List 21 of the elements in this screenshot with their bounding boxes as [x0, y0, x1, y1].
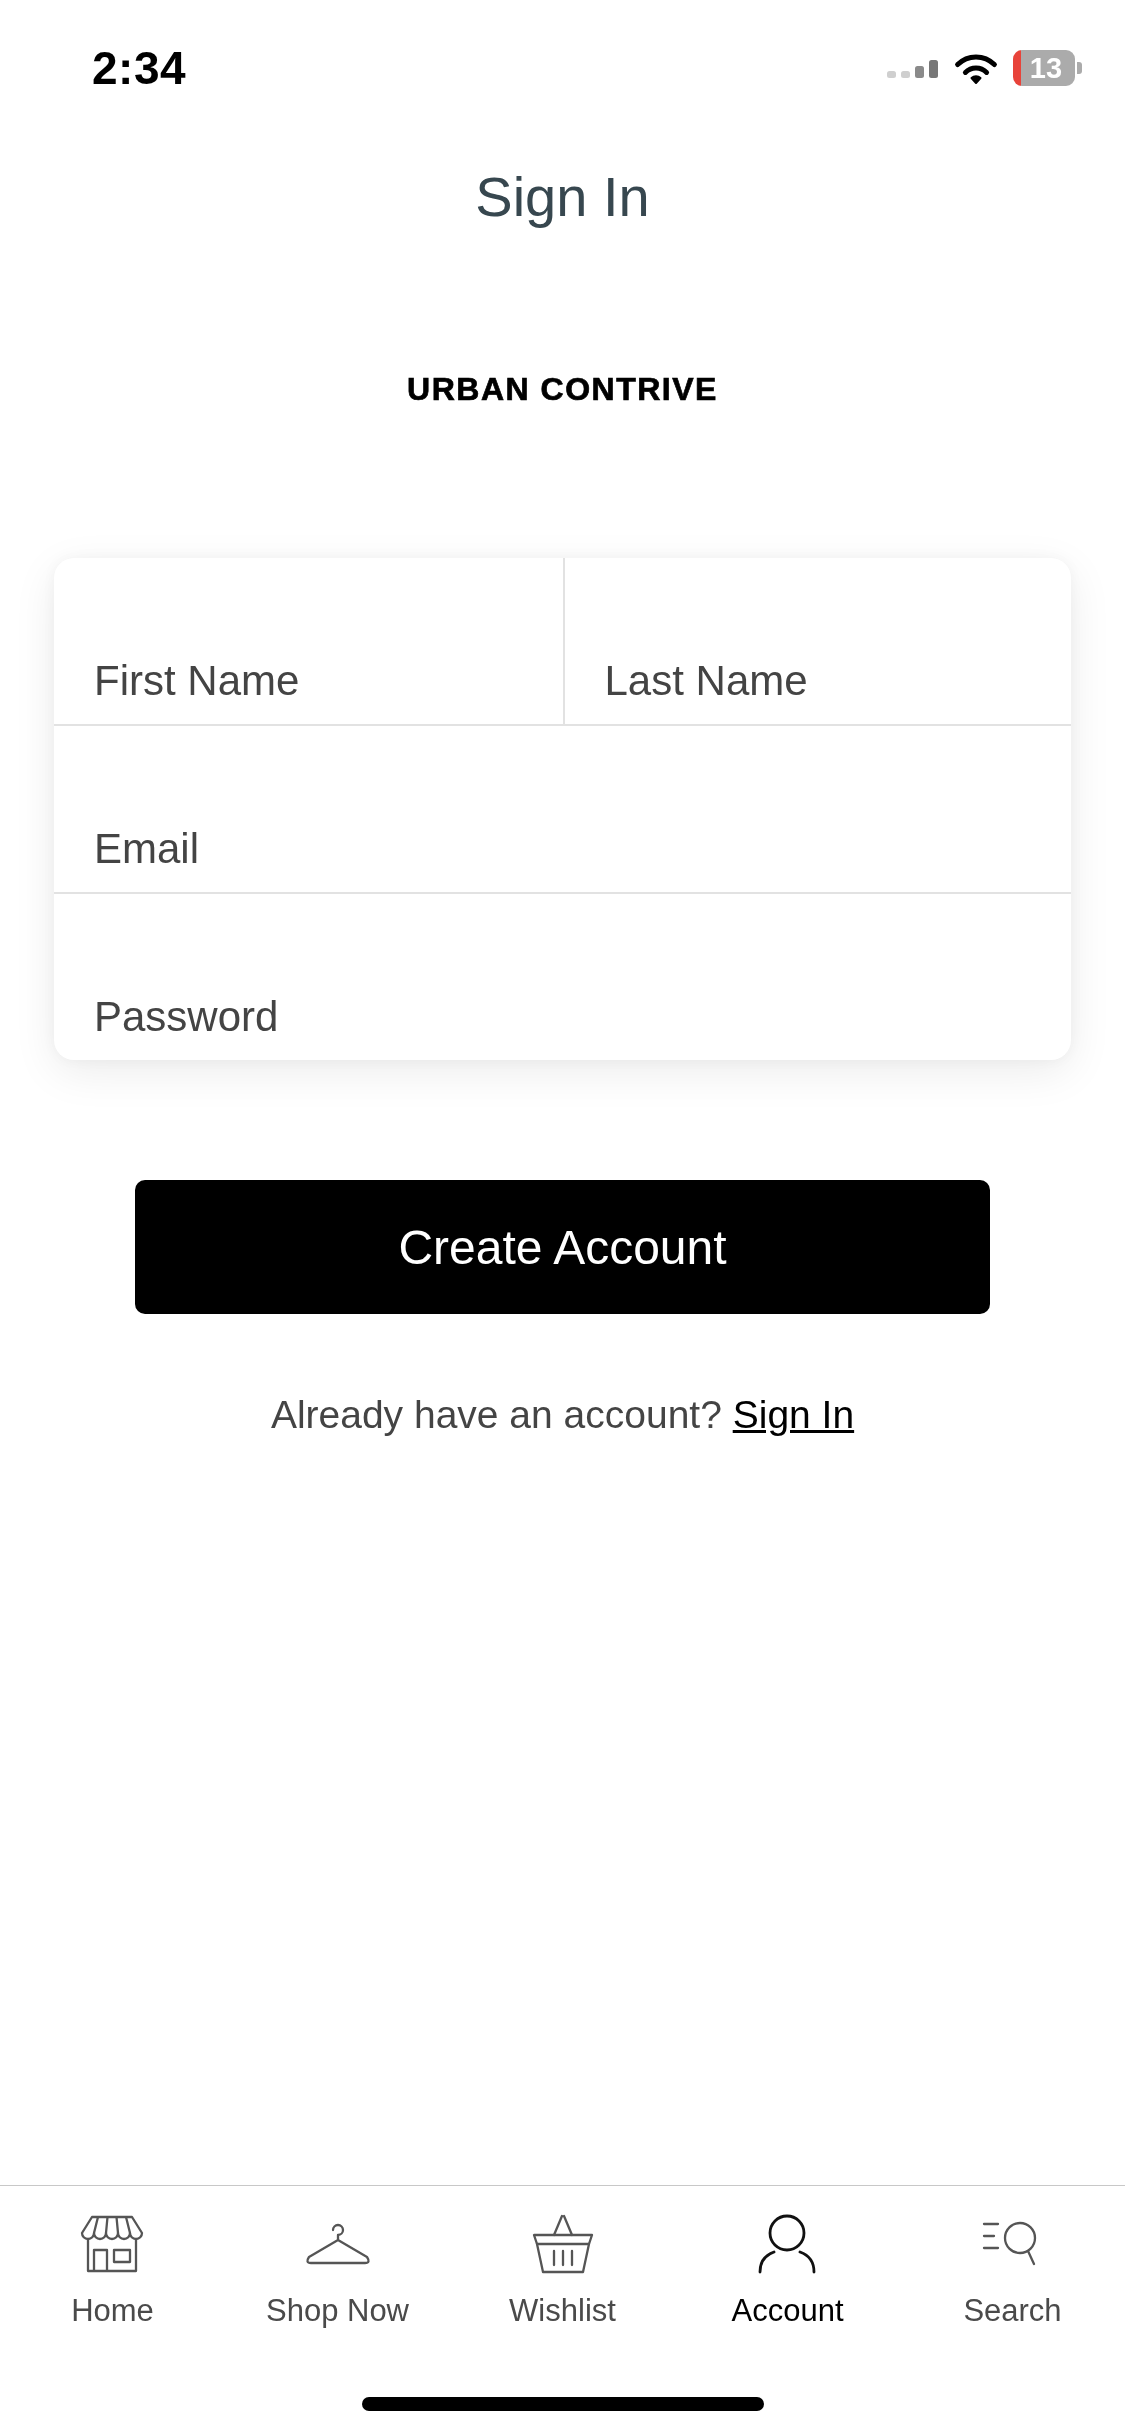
battery-indicator: 13	[1013, 50, 1082, 86]
tab-bar-item[interactable]: Home	[71, 2214, 154, 2329]
brand-logo: URBAN CONTRIVE	[407, 370, 718, 408]
status-time: 2:34	[92, 45, 187, 91]
store-icon	[80, 2215, 145, 2273]
page-title: Sign In	[475, 164, 650, 230]
sign-in-link[interactable]: Sign In	[732, 1393, 855, 1436]
signal-icon	[887, 58, 939, 78]
text-field[interactable]: Email	[54, 726, 1071, 892]
text-field[interactable]: First Name	[54, 558, 563, 724]
tab-bar-item[interactable]: Account	[731, 2214, 844, 2329]
text-field[interactable]: Password	[54, 894, 1071, 1060]
tab-bar-item[interactable]: Shop Now	[266, 2214, 409, 2329]
create-account-button[interactable]: Create Account	[135, 1180, 990, 1314]
hanger-icon	[304, 2222, 371, 2266]
text-field[interactable]: Last Name	[562, 558, 1071, 724]
tab-bar-item[interactable]: Wishlist	[509, 2214, 616, 2329]
tab-bar-item[interactable]: Search	[963, 2214, 1062, 2329]
sign-in-prompt: Already have an account? Sign In	[270, 1392, 855, 1438]
basket-icon	[531, 2214, 594, 2274]
person-icon	[758, 2214, 817, 2274]
